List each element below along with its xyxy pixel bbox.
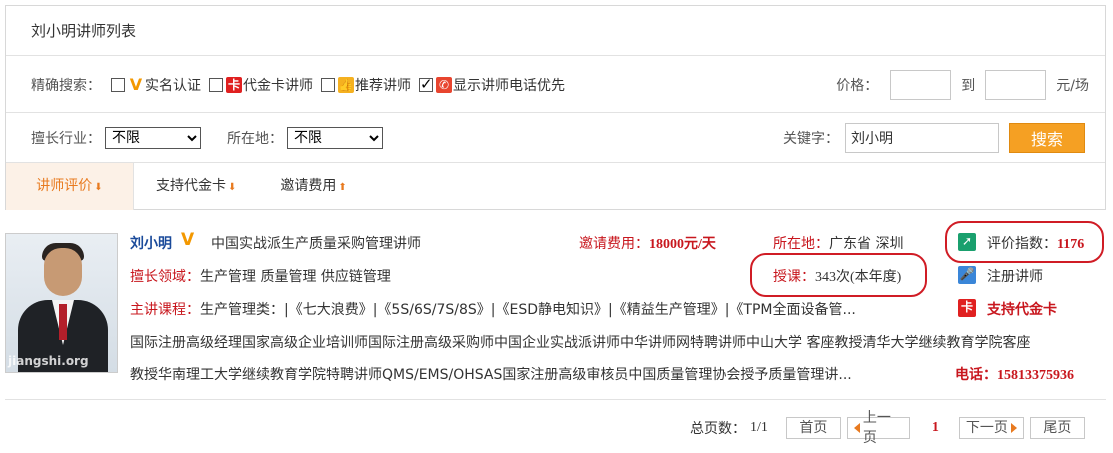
arrow-up-icon: ⬆: [338, 182, 347, 193]
lecturer-name[interactable]: 刘小明: [130, 233, 172, 253]
total-pages-value: 1/1: [750, 420, 768, 435]
industry-select[interactable]: 不限: [105, 126, 201, 149]
keyword-input[interactable]: [845, 122, 999, 153]
search-button[interactable]: 搜索: [1009, 122, 1085, 153]
triangle-right-icon: [1010, 423, 1017, 433]
bio-line-1: 国际注册高级经理国家高级企业培训师国际注册高级采购师中国企业实战派讲师中华讲师网…: [130, 335, 1031, 351]
verified-checkbox[interactable]: [111, 77, 125, 92]
prev-page-button[interactable]: 上一页: [846, 410, 910, 446]
voucher-checkbox[interactable]: [209, 77, 223, 92]
pagination: 总页数： 1/1 首页 上一页 1 下一页 尾页: [690, 410, 1085, 446]
last-page-button[interactable]: 尾页: [1029, 417, 1085, 439]
voucher-card-icon: 卡: [958, 299, 976, 317]
courses-value[interactable]: 生产管理类：|《七大浪费》|《5S/6S/7S/8S》|《ESD静电知识》|《精…: [200, 302, 856, 318]
price-label: 价格：: [836, 77, 879, 94]
filter-verified-label: 实名认证: [145, 77, 201, 94]
next-page-label: 下一页: [965, 420, 1008, 436]
lecturer-headline: 中国实战派生产质量采购管理讲师: [211, 236, 421, 252]
triangle-left-icon: [853, 423, 860, 433]
price-to-label: 到: [961, 77, 976, 94]
search-panel: 刘小明讲师列表 精确搜索： V 实名认证 卡 代金卡讲师 👍 推荐讲师 ✆ 显示…: [5, 5, 1106, 210]
filter-phone-first[interactable]: ✆ 显示讲师电话优先: [419, 75, 565, 95]
arrow-down-icon: ⬇: [228, 182, 237, 193]
arrow-down-icon: ⬇: [94, 182, 103, 193]
phone-info: 电话：15813375936: [955, 364, 1074, 384]
precise-search-label: 精确搜索：: [31, 77, 101, 94]
lecturer-photo[interactable]: jiangshi.org: [5, 233, 118, 373]
filter-voucher[interactable]: 卡 代金卡讲师: [209, 75, 313, 95]
photo-watermark: jiangshi.org: [8, 354, 89, 368]
lessons-highlight-ring: [750, 253, 927, 297]
next-page-button[interactable]: 下一页: [958, 417, 1024, 439]
divider: [5, 399, 1106, 400]
tab-sort-fee[interactable]: 邀请费用 ⬆: [258, 163, 368, 210]
field-info: 擅长领域：生产管理 质量管理 供应链管理: [130, 266, 391, 286]
phone-icon: ✆: [436, 76, 452, 93]
filter-recommended[interactable]: 👍 推荐讲师: [321, 75, 411, 95]
courses-info: 主讲课程：生产管理类：|《七大浪费》|《5S/6S/7S/8S》|《ESD静电知…: [130, 299, 856, 319]
bio-line-2: 教授华南理工大学继续教育学院特聘讲师QMS/EMS/OHSAS国家注册高级审核员…: [130, 367, 852, 383]
industry-label: 擅长行业：: [31, 130, 101, 147]
phone-first-checkbox[interactable]: [419, 75, 433, 93]
location-value: 广东省 深圳: [829, 236, 904, 252]
field-value: 生产管理 质量管理 供应链管理: [200, 269, 391, 285]
location-select[interactable]: 不限: [287, 126, 383, 149]
tab-sort-voucher-label: 支持代金卡: [156, 178, 226, 194]
voucher-support-label: 支持代金卡: [987, 302, 1057, 318]
location-info: 所在地：广东省 深圳: [773, 233, 903, 253]
fee-value: 18000元/天: [649, 237, 716, 252]
industry-row: 擅长行业： 不限 所在地： 不限 关键字： 搜索: [6, 113, 1105, 163]
first-page-button[interactable]: 首页: [785, 417, 841, 439]
fee-info: 邀请费用：18000元/天: [579, 233, 716, 253]
filter-verified[interactable]: V 实名认证: [111, 75, 201, 95]
total-pages-label: 总页数：: [690, 421, 746, 437]
price-unit-label: 元/场: [1056, 77, 1089, 94]
v-verified-icon: V: [129, 74, 143, 94]
phone-label: 电话：: [955, 367, 997, 383]
microphone-icon: 🎤: [958, 266, 976, 284]
thumbs-up-icon: 👍: [338, 76, 354, 93]
tab-sort-voucher[interactable]: 支持代金卡 ⬇: [134, 163, 258, 210]
rating-highlight-ring: [945, 221, 1104, 263]
sort-tabs: 讲师评价 ⬇ 支持代金卡 ⬇ 邀请费用 ⬆: [6, 163, 1105, 210]
voucher-card-icon: 卡: [226, 76, 242, 93]
register-label[interactable]: 注册讲师: [987, 266, 1043, 286]
location-label: 所在地：: [773, 236, 829, 252]
current-page[interactable]: 1: [932, 420, 939, 436]
tab-sort-fee-label: 邀请费用: [280, 178, 337, 194]
page-title: 刘小明讲师列表: [6, 6, 1105, 56]
prev-page-label: 上一页: [862, 410, 891, 446]
lecturer-result: jiangshi.org 刘小明 V 中国实战派生产质量采购管理讲师 邀请费用：…: [5, 221, 1106, 398]
recommended-checkbox[interactable]: [321, 77, 335, 92]
tab-sort-rating[interactable]: 讲师评价 ⬇: [6, 163, 134, 210]
price-min-input[interactable]: [890, 69, 952, 100]
keyword-label: 关键字：: [783, 130, 839, 147]
price-max-input[interactable]: [985, 69, 1047, 100]
filter-recommended-label: 推荐讲师: [355, 77, 411, 94]
location-filter-label: 所在地：: [227, 130, 283, 147]
phone-value: 15813375936: [997, 368, 1074, 383]
tab-sort-rating-label: 讲师评价: [36, 178, 93, 194]
courses-label: 主讲课程：: [130, 302, 200, 318]
fee-label: 邀请费用：: [579, 236, 649, 252]
field-label: 擅长领域：: [130, 269, 200, 285]
v-verified-icon: V: [181, 230, 195, 250]
filter-phone-first-label: 显示讲师电话优先: [453, 77, 565, 94]
filter-voucher-label: 代金卡讲师: [243, 77, 313, 94]
precise-search-row: 精确搜索： V 实名认证 卡 代金卡讲师 👍 推荐讲师 ✆ 显示讲师电话优先 价…: [6, 57, 1105, 113]
